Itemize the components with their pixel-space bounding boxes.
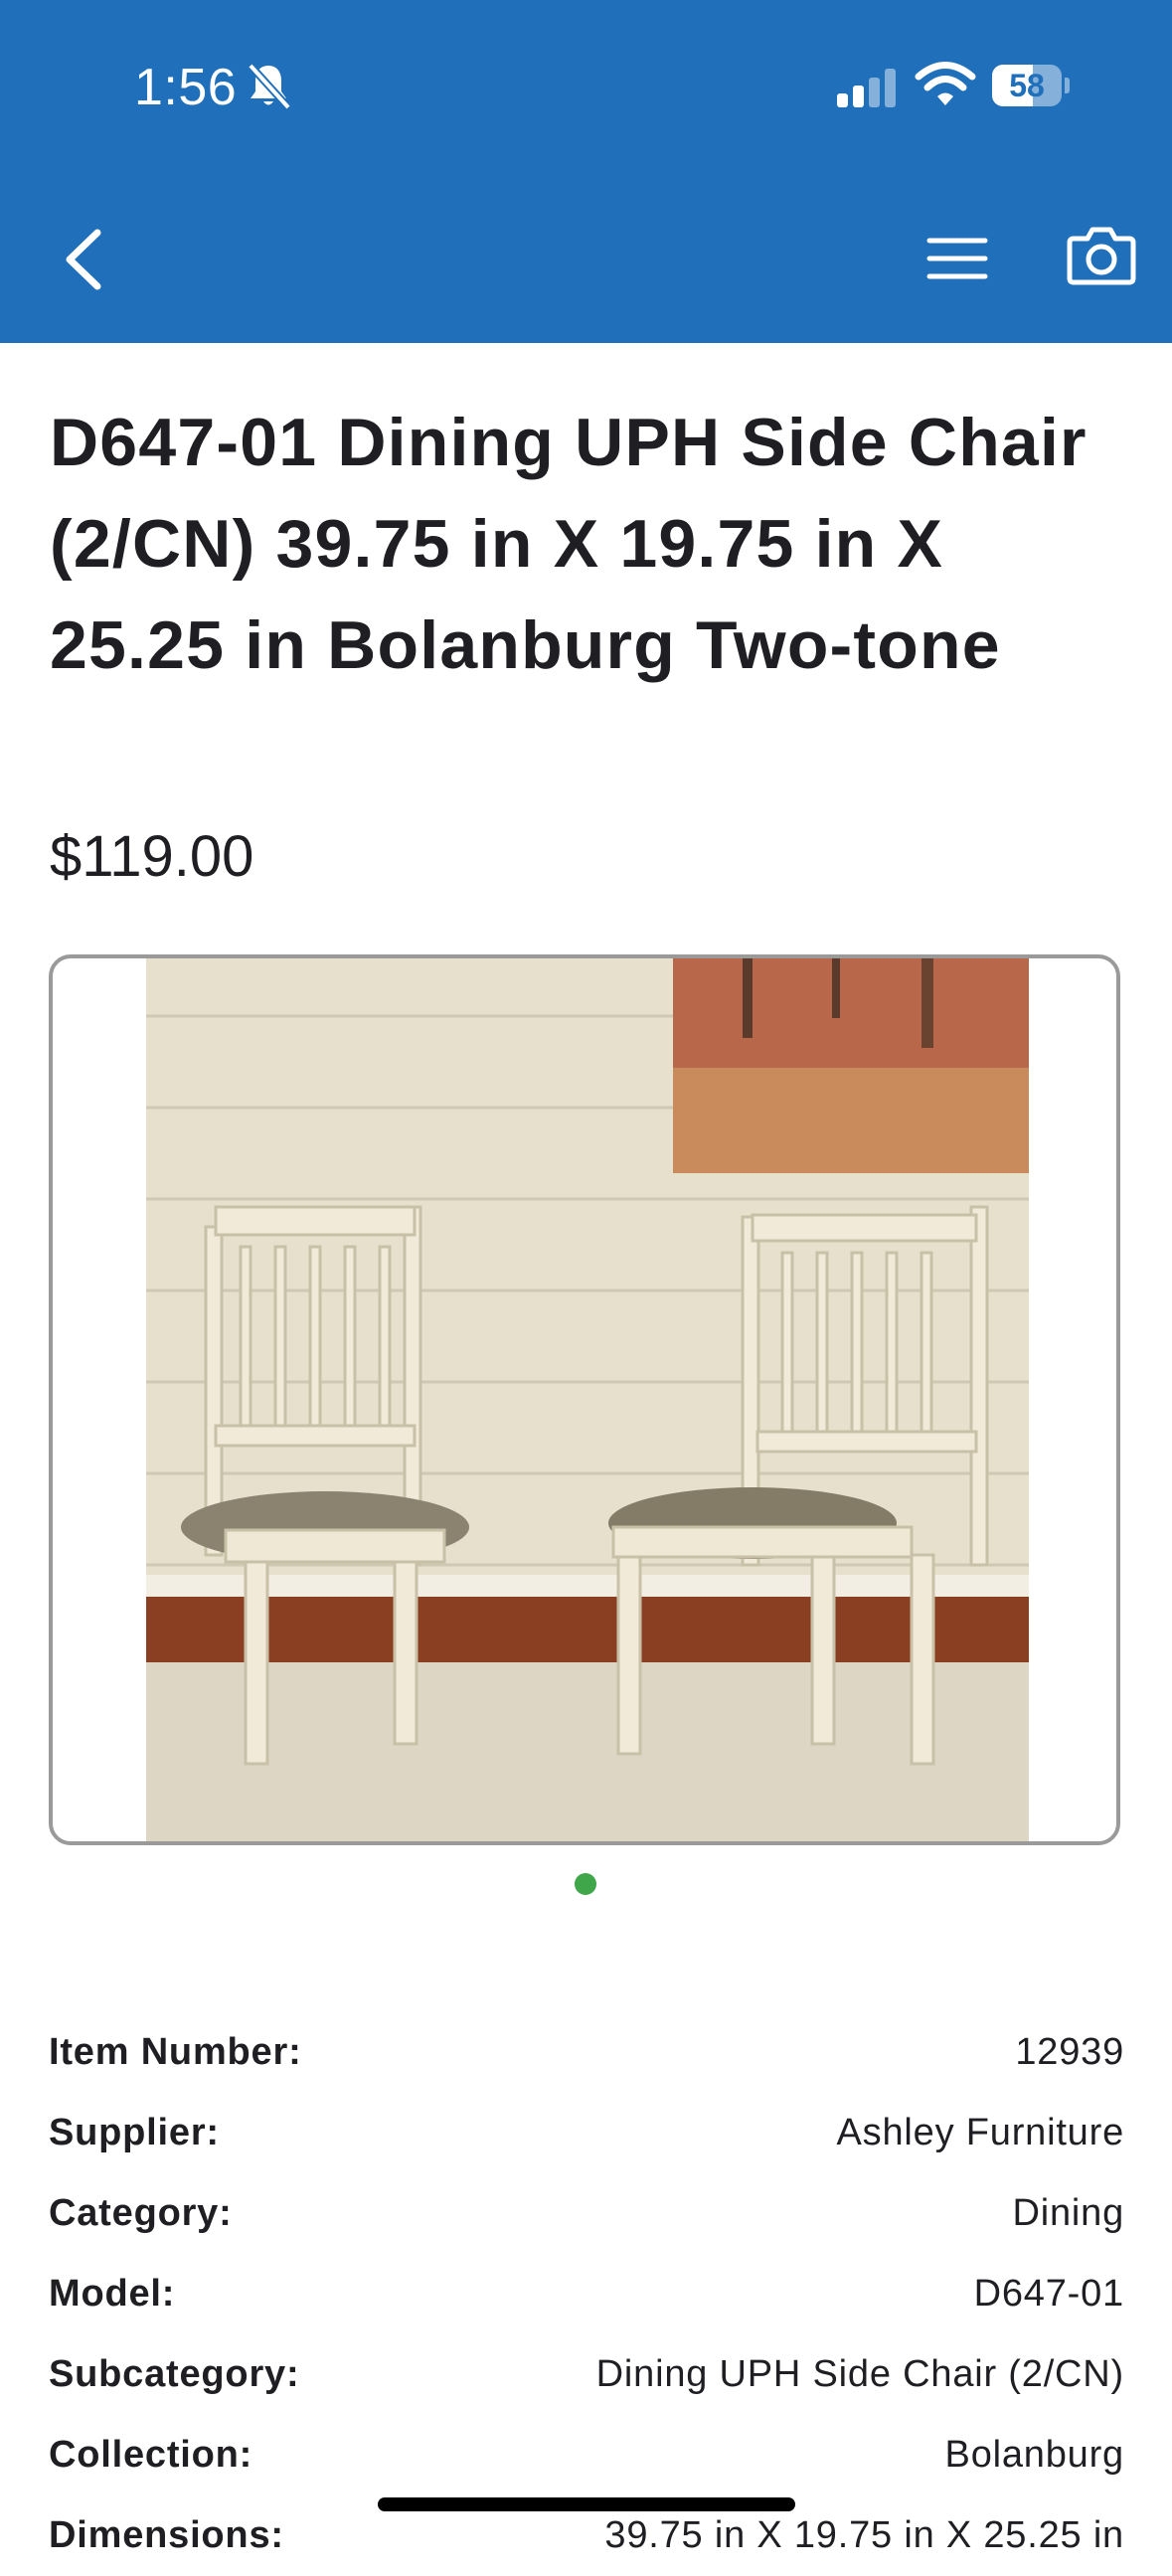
spec-label: Category:	[49, 2192, 233, 2234]
spec-row-item-number: Item Number: 12939	[49, 2012, 1124, 2093]
spec-label: Supplier:	[49, 2112, 220, 2153]
wifi-icon	[915, 62, 976, 105]
product-title: D647-01 Dining UPH Side Chair (2/CN) 39.…	[50, 405, 1088, 683]
spec-label: Subcategory:	[49, 2353, 300, 2395]
battery-icon: 58	[992, 65, 1070, 106]
spec-label: Item Number:	[49, 2031, 302, 2073]
spec-row-collection: Collection: Bolanburg	[49, 2415, 1124, 2495]
product-image-carousel[interactable]	[49, 954, 1120, 1845]
spec-label: Collection:	[49, 2434, 253, 2476]
spec-value: Dining	[1012, 2192, 1124, 2234]
spec-row-model: Model: D647-01	[49, 2254, 1124, 2334]
spec-value: Dining UPH Side Chair (2/CN)	[595, 2353, 1124, 2395]
camera-icon[interactable]	[1066, 223, 1137, 288]
battery-percent: 58	[1009, 68, 1045, 103]
hamburger-menu-icon[interactable]	[924, 231, 990, 286]
product-price: $119.00	[50, 824, 254, 889]
spec-value: 12939	[1015, 2031, 1124, 2073]
spec-value: Ashley Furniture	[836, 2112, 1124, 2153]
status-time: 1:56	[134, 59, 238, 116]
spec-value: Bolanburg	[944, 2434, 1124, 2476]
spec-value: D647-01	[973, 2273, 1124, 2315]
back-button[interactable]	[56, 221, 115, 298]
spec-row-subcategory: Subcategory: Dining UPH Side Chair (2/CN…	[49, 2334, 1124, 2415]
signal-icon	[837, 69, 896, 107]
home-indicator[interactable]	[378, 2497, 795, 2511]
spec-label: Dimensions:	[49, 2514, 284, 2556]
product-photo	[146, 958, 1029, 1841]
spec-row-category: Category: Dining	[49, 2173, 1124, 2254]
spec-label: Model:	[49, 2273, 176, 2315]
top-bar: 1:56 58	[0, 0, 1172, 343]
carousel-page-dot[interactable]	[575, 1873, 596, 1895]
spec-row-supplier: Supplier: Ashley Furniture	[49, 2093, 1124, 2173]
bell-slash-icon	[248, 63, 291, 110]
